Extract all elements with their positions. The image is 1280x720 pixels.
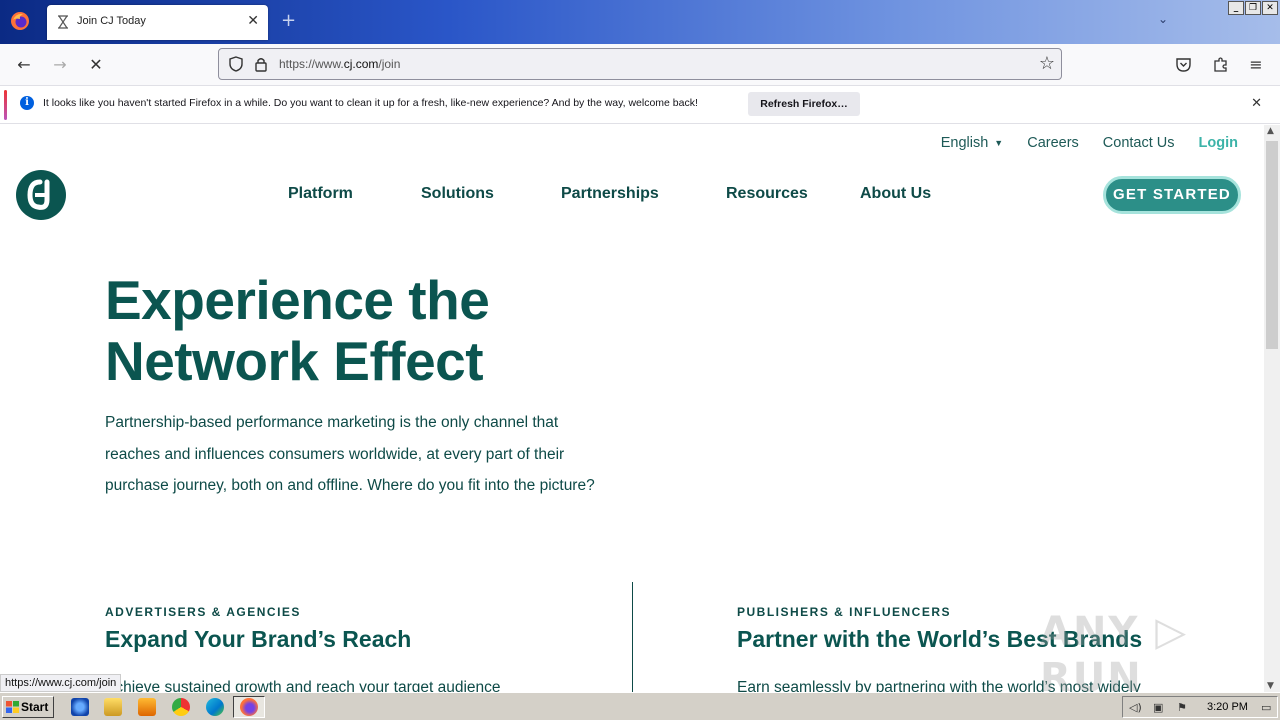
- nav-resources[interactable]: Resources: [726, 185, 808, 203]
- restore-button[interactable]: ❐: [1245, 1, 1261, 15]
- get-started-button[interactable]: GET STARTED: [1103, 176, 1241, 214]
- clock: 3:20 PM: [1207, 701, 1248, 713]
- scroll-up-icon[interactable]: ▲: [1267, 126, 1274, 136]
- notification-accent: [4, 90, 7, 120]
- scrollbar-thumb[interactable]: [1266, 141, 1278, 349]
- refresh-firefox-notification: i It looks like you haven't started Fire…: [0, 86, 1280, 124]
- windows-taskbar: Start ◁) ▣ ⚑ 3:20 PM ▭: [0, 692, 1280, 720]
- close-window-button[interactable]: ✕: [1262, 1, 1278, 15]
- hero-title: Experience the Network Effect: [105, 269, 490, 392]
- cj-logo[interactable]: [16, 170, 66, 220]
- caret-down-icon: ▼: [994, 138, 1004, 149]
- tab-close-icon[interactable]: ✕: [247, 13, 259, 29]
- contact-us-link[interactable]: Contact Us: [1103, 135, 1175, 151]
- extensions-puzzle-icon[interactable]: [1212, 56, 1229, 73]
- advertisers-title: Expand Your Brand’s Reach: [105, 626, 412, 652]
- volume-icon[interactable]: ◁): [1129, 701, 1143, 715]
- page-scrollbar[interactable]: ▲ ▼: [1264, 125, 1280, 692]
- language-label: English: [940, 135, 989, 151]
- forward-arrow-icon[interactable]: →: [50, 55, 70, 75]
- browser-toolbar: ← → ✕ https://www.cj.com/join ☆ ≡: [0, 44, 1280, 86]
- nav-solutions[interactable]: Solutions: [421, 185, 494, 203]
- tab-list-chevron-icon[interactable]: ⌄: [1158, 12, 1168, 26]
- loading-hourglass-icon: [58, 15, 68, 29]
- hero-subtitle-line-1: Partnership-based performance marketing …: [105, 414, 559, 431]
- nav-platform[interactable]: Platform: [288, 185, 353, 203]
- bookmark-star-icon[interactable]: ☆: [1039, 53, 1055, 74]
- taskbar-firefox-active[interactable]: [233, 696, 265, 718]
- firefox-taskbar-icon: [240, 698, 258, 716]
- tracking-shield-icon[interactable]: [228, 56, 244, 72]
- window-controls: _ ❐ ✕: [1228, 1, 1278, 15]
- url-text[interactable]: https://www.cj.com/join: [279, 57, 400, 71]
- utility-nav: English ▼ Careers Contact Us Login: [941, 135, 1238, 151]
- back-arrow-icon[interactable]: ←: [14, 55, 34, 75]
- careers-link[interactable]: Careers: [1027, 135, 1079, 151]
- action-center-flag-icon[interactable]: ⚑: [1177, 701, 1191, 715]
- tab-join-cj[interactable]: Join CJ Today ✕: [47, 5, 268, 40]
- internet-explorer-icon[interactable]: [71, 698, 89, 716]
- refresh-firefox-button[interactable]: Refresh Firefox…: [748, 92, 860, 116]
- edge-icon[interactable]: [206, 698, 224, 716]
- info-icon: i: [20, 96, 34, 110]
- scroll-down-icon[interactable]: ▼: [1267, 681, 1274, 691]
- advertisers-eyebrow: ADVERTISERS & AGENCIES: [105, 605, 301, 619]
- show-desktop-icon[interactable]: ▭: [1261, 701, 1275, 715]
- anyrun-watermark: ANY ▷ RUN: [1040, 609, 1189, 692]
- url-path: /join: [378, 57, 401, 71]
- tab-title: Join CJ Today: [77, 15, 146, 27]
- chrome-icon[interactable]: [172, 698, 190, 716]
- lock-icon[interactable]: [254, 56, 268, 72]
- hero-subtitle-line-3: purchase journey, both on and offline. W…: [105, 477, 595, 494]
- start-button[interactable]: Start: [2, 696, 54, 718]
- network-icon[interactable]: ▣: [1153, 701, 1167, 715]
- hero-subtitle-line-2: reaches and influences consumers worldwi…: [105, 445, 565, 463]
- menu-hamburger-icon[interactable]: ≡: [1246, 55, 1266, 75]
- hero-title-line-2: Network Effect: [105, 330, 484, 392]
- language-selector[interactable]: English ▼: [941, 135, 1003, 151]
- firefox-icon[interactable]: [10, 11, 30, 31]
- file-explorer-icon[interactable]: [104, 698, 122, 716]
- system-tray: ◁) ▣ ⚑ 3:20 PM ▭: [1122, 696, 1278, 718]
- start-label: Start: [21, 700, 49, 714]
- nav-about-us[interactable]: About Us: [860, 185, 931, 203]
- status-link-preview: https://www.cj.com/join: [0, 674, 122, 692]
- nav-partnerships[interactable]: Partnerships: [561, 185, 659, 203]
- pocket-icon[interactable]: [1175, 56, 1192, 73]
- notification-message: It looks like you haven't started Firefo…: [43, 97, 698, 109]
- hero-subtitle: Partnership-based performance marketing …: [105, 407, 635, 502]
- advertisers-body: Achieve sustained growth and reach your …: [105, 679, 501, 692]
- media-player-icon[interactable]: [138, 698, 156, 716]
- windows-flag-icon: [6, 701, 19, 713]
- publishers-eyebrow: PUBLISHERS & INFLUENCERS: [737, 605, 952, 619]
- url-prefix: https://www.: [279, 57, 344, 71]
- column-divider: [632, 582, 633, 692]
- stop-loading-icon[interactable]: ✕: [86, 55, 106, 75]
- minimize-button[interactable]: _: [1228, 1, 1244, 15]
- hero-title-line-1: Experience the: [105, 269, 490, 331]
- web-page: English ▼ Careers Contact Us Login Platfo…: [0, 125, 1264, 692]
- new-tab-button[interactable]: +: [281, 10, 296, 31]
- address-bar[interactable]: https://www.cj.com/join ☆: [218, 48, 1062, 80]
- login-link[interactable]: Login: [1199, 135, 1238, 151]
- url-domain: cj.com: [343, 57, 379, 71]
- notification-close-icon[interactable]: ✕: [1251, 96, 1262, 111]
- browser-titlebar: Join CJ Today ✕ + ⌄ _ ❐ ✕: [0, 0, 1280, 44]
